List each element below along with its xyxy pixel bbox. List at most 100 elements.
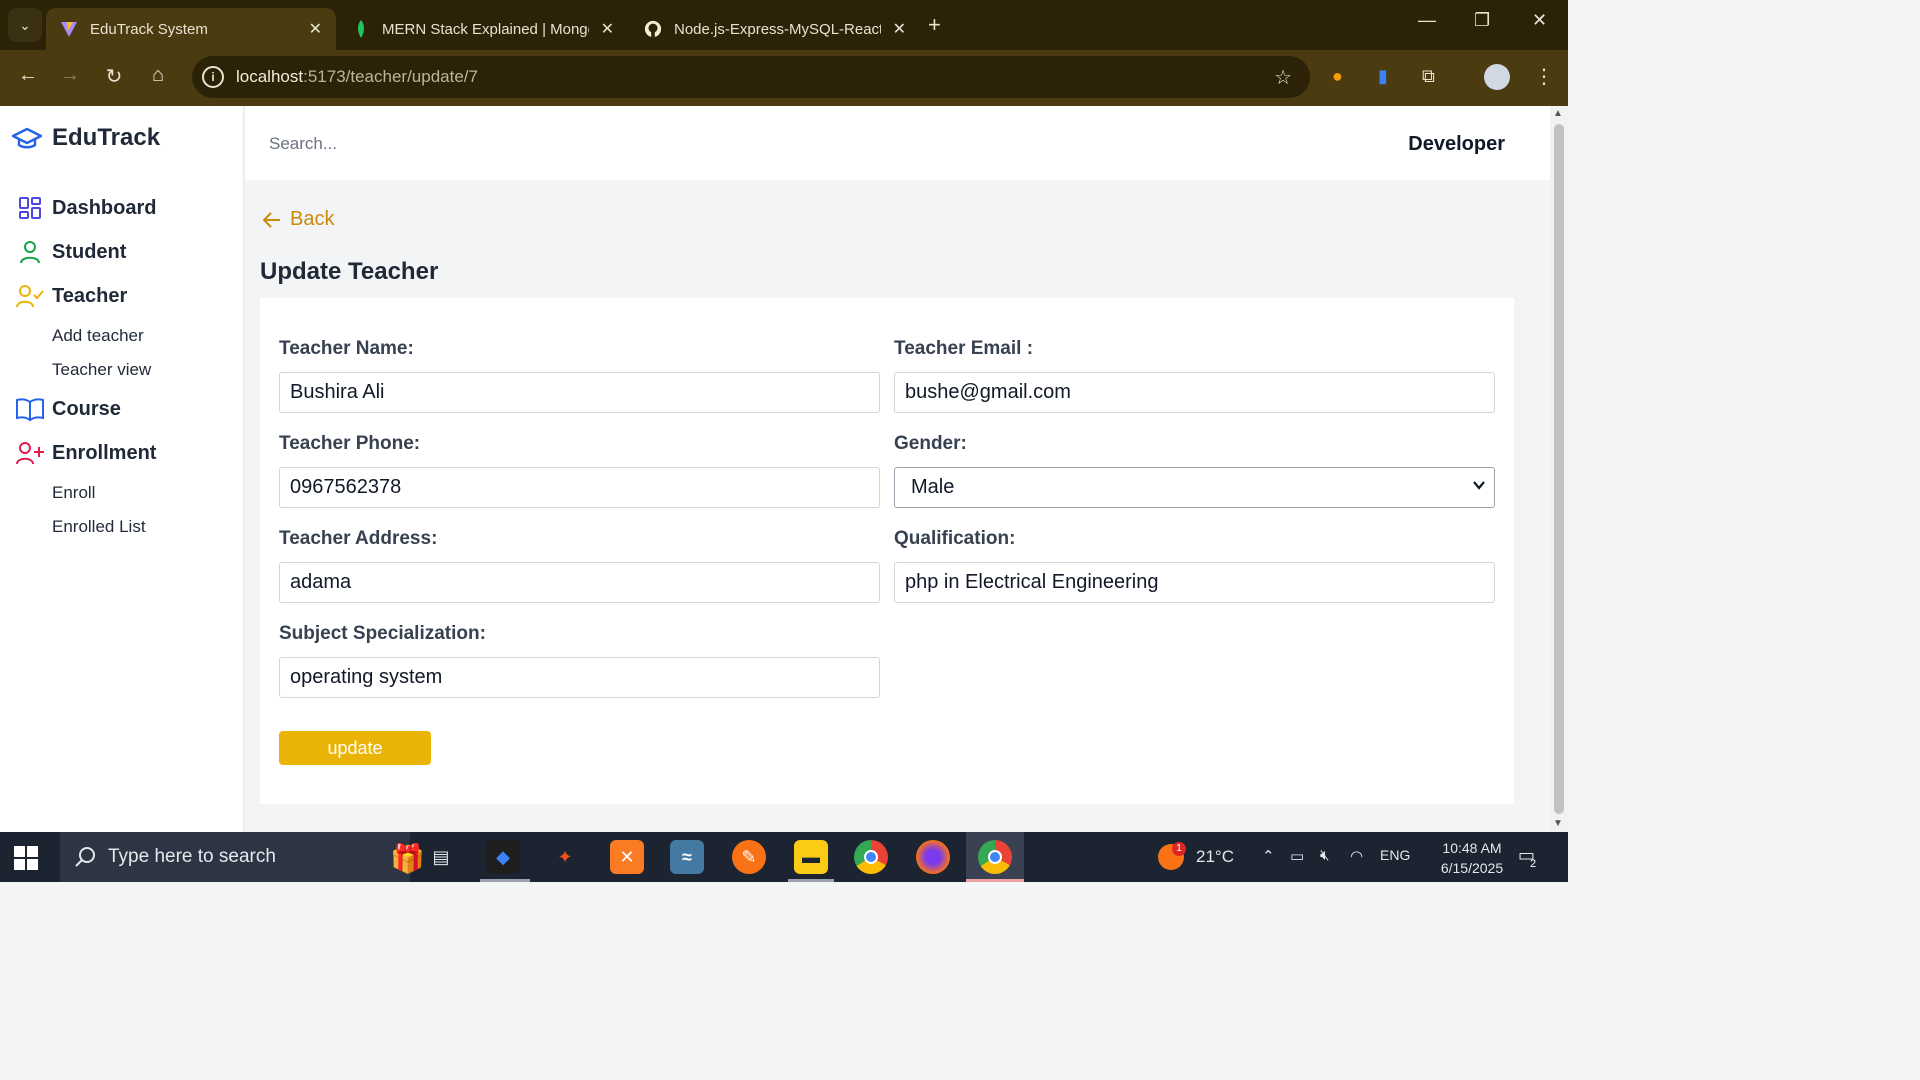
restore-icon[interactable]: ❐ xyxy=(1474,10,1490,31)
teacher-name-input[interactable]: Bushira Ali xyxy=(279,372,880,413)
taskbar-search[interactable]: Type here to search 🎁 xyxy=(60,832,425,882)
kebab-menu-icon[interactable]: ⋮ xyxy=(1534,64,1554,89)
extension-doc-icon[interactable]: ▮ xyxy=(1378,66,1388,87)
profile-avatar[interactable] xyxy=(1484,64,1510,90)
extension-person-icon[interactable]: ● xyxy=(1332,66,1343,87)
url-text[interactable]: localhost:5173/teacher/update/7 xyxy=(236,67,478,87)
gender-label: Gender: xyxy=(894,433,967,454)
new-tab-plus-icon[interactable]: + xyxy=(928,12,941,38)
qualification-input[interactable]: php in Electrical Engineering xyxy=(894,562,1495,603)
battery-icon[interactable]: ▭ xyxy=(1290,847,1304,865)
bookmark-star-icon[interactable]: ☆ xyxy=(1274,65,1292,90)
back-label: Back xyxy=(290,208,335,230)
page-scrollbar[interactable]: ▲ ▼ xyxy=(1550,106,1568,832)
back-link[interactable]: Back xyxy=(262,208,334,231)
user-check-icon xyxy=(16,282,44,310)
address-bar[interactable]: i localhost:5173/teacher/update/7 ☆ xyxy=(192,56,1310,98)
back-arrow-icon[interactable]: ← xyxy=(14,64,42,87)
teacher-email-label: Teacher Email : xyxy=(894,338,1034,359)
task-view-icon[interactable]: ▤ xyxy=(424,840,458,874)
sidebar-item-label: Enrollment xyxy=(52,441,157,464)
sidebar-item-student[interactable]: Student xyxy=(16,238,126,266)
sidebar-subitem-enroll[interactable]: Enroll xyxy=(52,483,95,503)
tab-edutrack[interactable]: EduTrack System ✕ xyxy=(46,8,336,50)
language-indicator[interactable]: ENG xyxy=(1380,847,1410,863)
github-icon xyxy=(644,20,662,38)
brand[interactable]: EduTrack xyxy=(12,124,160,152)
teacher-address-input[interactable]: adama xyxy=(279,562,880,603)
user-plus-icon xyxy=(16,439,44,467)
search-input[interactable] xyxy=(269,126,669,162)
tab-search-button[interactable]: ⌄ xyxy=(8,8,42,42)
teacher-address-label: Teacher Address: xyxy=(279,528,438,549)
vite-icon xyxy=(60,20,78,38)
sidebar-item-label: Dashboard xyxy=(52,196,157,219)
close-icon[interactable]: ✕ xyxy=(601,19,614,39)
site-info-icon[interactable]: i xyxy=(202,66,224,88)
clock[interactable]: 10:48 AM 6/15/2025 xyxy=(1422,838,1522,878)
close-icon[interactable]: ✕ xyxy=(309,19,322,39)
tab-mern[interactable]: MERN Stack Explained | Mongo ✕ xyxy=(338,8,628,50)
close-icon[interactable]: ✕ xyxy=(893,19,906,39)
postman-icon[interactable]: ✎ xyxy=(732,840,766,874)
user-name[interactable]: Developer xyxy=(1408,133,1505,156)
teacher-phone-input[interactable]: 0967562378 xyxy=(279,467,880,508)
clock-time: 10:48 AM xyxy=(1442,840,1502,856)
sidebar-item-label: Teacher xyxy=(52,284,128,307)
sidebar-item-dashboard[interactable]: Dashboard xyxy=(16,194,156,222)
tab-title: Node.js-Express-MySQL-React- xyxy=(674,20,881,38)
sidebar-subitem-enrolled-list[interactable]: Enrolled List xyxy=(52,517,146,537)
taskbar-search-text: Type here to search xyxy=(108,846,276,867)
mysql-workbench-icon[interactable]: ≈ xyxy=(670,840,704,874)
firefox-icon[interactable] xyxy=(916,840,950,874)
chrome-icon[interactable] xyxy=(854,840,888,874)
file-explorer-icon[interactable]: ▬ xyxy=(794,840,828,874)
scroll-down-icon[interactable]: ▼ xyxy=(1553,818,1563,829)
extensions-puzzle-icon[interactable]: ⧉ xyxy=(1422,66,1435,87)
weather-temp[interactable]: 21°C xyxy=(1196,847,1234,867)
sidebar-subitem-add-teacher[interactable]: Add teacher xyxy=(52,326,144,346)
arrow-left-icon xyxy=(262,211,280,228)
update-teacher-form: Teacher Name: Bushira Ali Teacher Email … xyxy=(260,298,1514,804)
teacher-email-input[interactable]: bushe@gmail.com xyxy=(894,372,1495,413)
forward-arrow-icon[interactable]: → xyxy=(56,64,84,87)
volume-muted-icon[interactable]: 🔇︎ xyxy=(1320,847,1329,864)
chrome-profile-icon[interactable] xyxy=(978,840,1012,874)
qualification-label: Qualification: xyxy=(894,528,1016,549)
mongodb-leaf-icon xyxy=(352,20,370,38)
sidebar-item-teacher[interactable]: Teacher xyxy=(16,282,127,310)
figma-icon[interactable]: ✦ xyxy=(548,840,582,874)
app-root: EduTrack Dashboard Student Teacher Add t… xyxy=(0,106,1550,832)
vscode-active-indicator xyxy=(480,879,530,882)
scroll-thumb[interactable] xyxy=(1554,124,1564,814)
scroll-up-icon[interactable]: ▲ xyxy=(1553,108,1563,119)
tab-title: MERN Stack Explained | Mongo xyxy=(382,20,589,38)
sidebar-subitem-teacher-view[interactable]: Teacher view xyxy=(52,360,151,380)
browser-toolbar: ← → ↻ ⌂ i localhost:5173/teacher/update/… xyxy=(0,50,1568,106)
xampp-icon[interactable]: ✕ xyxy=(610,840,644,874)
sidebar: EduTrack Dashboard Student Teacher Add t… xyxy=(0,106,244,832)
windows-start-icon[interactable] xyxy=(14,846,38,870)
home-icon[interactable]: ⌂ xyxy=(144,64,172,87)
update-button[interactable]: update xyxy=(279,731,431,765)
url-host: localhost xyxy=(236,67,304,86)
tab-title: EduTrack System xyxy=(90,20,208,38)
minimize-icon[interactable]: — xyxy=(1418,10,1436,31)
chevron-up-icon[interactable]: ⌃ xyxy=(1262,847,1275,865)
vscode-icon[interactable]: ◆ xyxy=(486,840,520,874)
user-icon xyxy=(16,238,44,266)
notification-count: 2 xyxy=(1530,858,1537,870)
sidebar-item-label: Course xyxy=(52,397,121,420)
tab-github[interactable]: Node.js-Express-MySQL-React- ✕ xyxy=(630,8,920,50)
subject-specialization-label: Subject Specialization: xyxy=(279,623,486,644)
sidebar-item-enrollment[interactable]: Enrollment xyxy=(16,439,156,467)
url-path: :5173/teacher/update/7 xyxy=(303,67,478,86)
search-icon xyxy=(75,847,95,867)
gender-select[interactable]: Male xyxy=(894,467,1495,508)
sidebar-item-course[interactable]: Course xyxy=(16,395,121,423)
sidebar-item-label: Student xyxy=(52,240,127,263)
wifi-icon[interactable]: ◠ xyxy=(1350,847,1363,865)
window-close-icon[interactable]: ✕ xyxy=(1532,10,1547,31)
subject-specialization-input[interactable]: operating system xyxy=(279,657,880,698)
reload-icon[interactable]: ↻ xyxy=(100,64,128,89)
